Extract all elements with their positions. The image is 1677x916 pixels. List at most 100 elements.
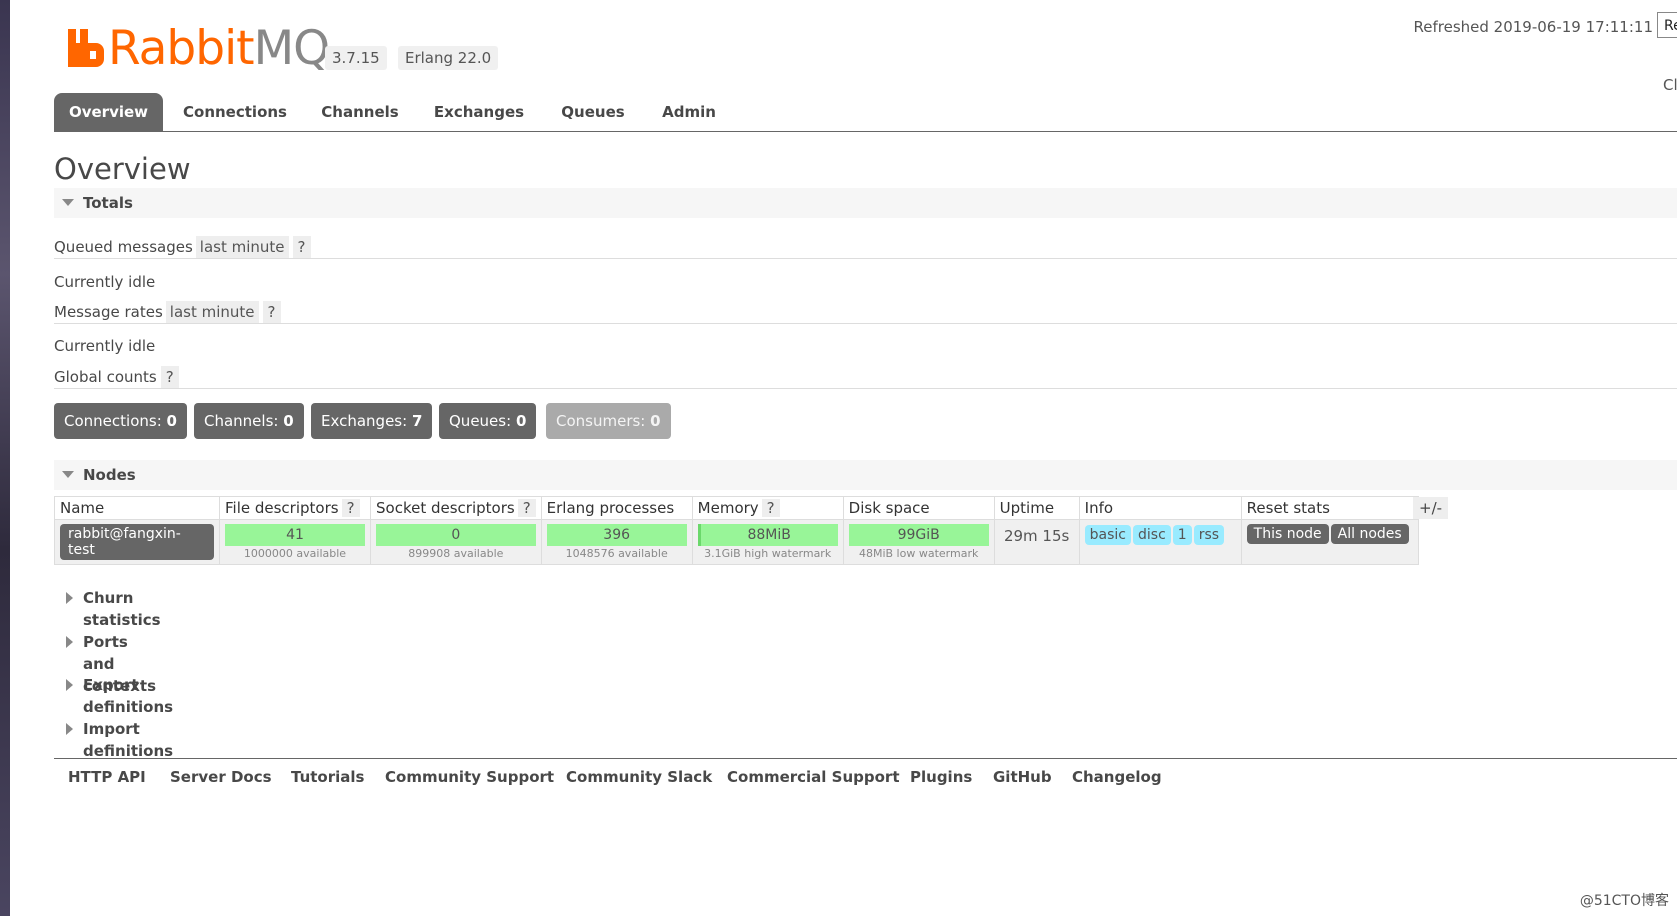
version-badge: 3.7.15	[325, 46, 387, 70]
erlang-processes-bar: 396	[546, 524, 687, 546]
file-descriptors-cell: 41 1000000 available	[219, 519, 371, 565]
global-counts-row: Global counts?	[54, 366, 179, 388]
erlang-processes-available: 1048576 available	[565, 547, 668, 560]
nodes-table: Name File descriptors? Socket descriptor…	[54, 496, 1419, 565]
queued-idle-text: Currently idle	[54, 273, 156, 291]
socket-descriptors-available: 899908 available	[408, 547, 504, 560]
socket-descriptors-cell: 0 899908 available	[370, 519, 542, 565]
help-icon[interactable]: ?	[262, 301, 281, 323]
desktop-background-strip	[0, 0, 10, 916]
main-nav-tabs: Overview Connections Channels Exchanges …	[54, 93, 1677, 132]
reset-stats-cell: This node All nodes	[1240, 519, 1419, 565]
help-icon[interactable]: ?	[761, 499, 780, 517]
help-icon[interactable]: ?	[341, 499, 360, 517]
info-tag-count: 1	[1172, 525, 1192, 545]
erlang-processes-cell: 396 1048576 available	[540, 519, 693, 565]
node-name-link[interactable]: rabbit@fangxin-test	[60, 524, 214, 560]
rabbitmq-logo-icon	[68, 29, 104, 67]
footer-link-github[interactable]: GitHub	[993, 768, 1052, 786]
footer-link-plugins[interactable]: Plugins	[910, 768, 972, 786]
file-descriptors-bar: 41	[225, 524, 365, 546]
message-rates-label: Message rates	[54, 303, 163, 321]
refresh-interval-select[interactable]: Re	[1657, 12, 1677, 38]
nodes-section-header[interactable]: Nodes	[54, 460, 1677, 490]
section-title: Churn statistics	[83, 589, 161, 629]
collapsed-triangle-icon	[66, 679, 73, 691]
footer-link-community-support[interactable]: Community Support	[385, 768, 554, 786]
queued-range-selector[interactable]: last minute	[195, 236, 289, 258]
node-name-cell: rabbit@fangxin-test	[54, 519, 220, 565]
rabbitmq-management-page: RabbitMQ TM 3.7.15 Erlang 22.0 Refreshed…	[10, 0, 1677, 916]
queued-messages-row: Queued messages last minute?	[54, 236, 311, 258]
disk-space-bar: 99GiB	[848, 524, 989, 546]
info-tag-disc: disc	[1133, 525, 1171, 545]
cluster-name-label: Cl	[1663, 76, 1677, 94]
footer-link-http-api[interactable]: HTTP API	[68, 768, 146, 786]
tab-overview[interactable]: Overview	[54, 93, 163, 131]
consumers-count-button[interactable]: Consumers: 0	[546, 403, 671, 439]
footer-link-changelog[interactable]: Changelog	[1072, 768, 1162, 786]
disk-space-cell: 99GiB 48MiB low watermark	[842, 519, 995, 565]
column-header-file-descriptors: File descriptors?	[219, 496, 371, 520]
column-header-uptime: Uptime	[993, 496, 1080, 520]
refreshed-timestamp: Refreshed 2019-06-19 17:11:11	[1413, 18, 1653, 36]
tab-queues[interactable]: Queues	[554, 93, 632, 131]
info-cell: basic disc 1 rss	[1078, 519, 1242, 565]
help-icon[interactable]: ?	[160, 366, 179, 388]
uptime-cell: 29m 15s	[993, 519, 1080, 565]
expanded-triangle-icon	[62, 199, 74, 206]
footer-link-tutorials[interactable]: Tutorials	[291, 768, 364, 786]
section-title: Nodes	[83, 466, 136, 484]
column-toggle-button[interactable]: +/-	[1413, 497, 1449, 519]
file-descriptors-available: 1000000 available	[243, 547, 347, 560]
divider	[54, 323, 1677, 324]
reset-this-node-button[interactable]: This node	[1246, 524, 1329, 544]
collapsed-triangle-icon	[66, 723, 73, 735]
column-header-memory: Memory?	[691, 496, 844, 520]
global-counts-label: Global counts	[54, 368, 157, 386]
erlang-version-badge: Erlang 22.0	[398, 46, 499, 70]
help-icon[interactable]: ?	[517, 499, 536, 517]
divider	[54, 388, 1677, 389]
channels-count-button[interactable]: Channels: 0	[194, 403, 304, 439]
reset-all-nodes-button[interactable]: All nodes	[1330, 524, 1409, 544]
watermark-text: @51CTO博客	[1579, 893, 1669, 909]
tab-exchanges[interactable]: Exchanges	[430, 93, 528, 131]
rabbitmq-logo[interactable]: RabbitMQ TM	[68, 18, 341, 78]
expanded-triangle-icon	[62, 471, 74, 478]
memory-cell: 88MiB 3.1GiB high watermark	[691, 519, 844, 565]
tab-admin[interactable]: Admin	[656, 93, 722, 131]
column-header-info: Info	[1078, 496, 1242, 520]
table-row: rabbit@fangxin-test 41 1000000 available…	[54, 519, 1419, 565]
page-title: Overview	[54, 152, 191, 186]
collapsed-triangle-icon	[66, 636, 73, 648]
socket-descriptors-bar: 0	[376, 524, 536, 546]
rates-range-selector[interactable]: last minute	[165, 301, 259, 323]
footer-link-server-docs[interactable]: Server Docs	[170, 768, 272, 786]
help-icon[interactable]: ?	[292, 236, 311, 258]
footer-link-community-slack[interactable]: Community Slack	[566, 768, 712, 786]
uptime-value: 29m 15s	[1003, 527, 1070, 545]
queues-count-button[interactable]: Queues: 0	[439, 403, 537, 439]
column-header-disk-space: Disk space	[842, 496, 995, 520]
message-rates-row: Message rates last minute?	[54, 301, 281, 323]
info-tag-rss: rss	[1193, 525, 1225, 545]
column-header-socket-descriptors: Socket descriptors?	[370, 496, 542, 520]
tab-connections[interactable]: Connections	[179, 93, 291, 131]
table-header-row: Name File descriptors? Socket descriptor…	[54, 496, 1419, 520]
tab-channels[interactable]: Channels	[316, 93, 404, 131]
exchanges-count-button[interactable]: Exchanges: 7	[311, 403, 433, 439]
info-tag-basic: basic	[1084, 525, 1132, 545]
memory-watermark: 3.1GiB high watermark	[704, 547, 832, 560]
connections-count-button[interactable]: Connections: 0	[54, 403, 187, 439]
column-header-erlang-processes: Erlang processes	[540, 496, 693, 520]
column-header-name: Name	[54, 496, 220, 520]
totals-section-header[interactable]: Totals	[54, 188, 1677, 218]
collapsed-triangle-icon	[66, 592, 73, 604]
queued-messages-label: Queued messages	[54, 238, 193, 256]
memory-bar: 88MiB	[697, 524, 838, 546]
footer-link-commercial-support[interactable]: Commercial Support	[727, 768, 900, 786]
column-header-reset-stats: Reset stats	[1240, 496, 1419, 520]
rates-idle-text: Currently idle	[54, 337, 156, 355]
divider	[54, 258, 1677, 259]
